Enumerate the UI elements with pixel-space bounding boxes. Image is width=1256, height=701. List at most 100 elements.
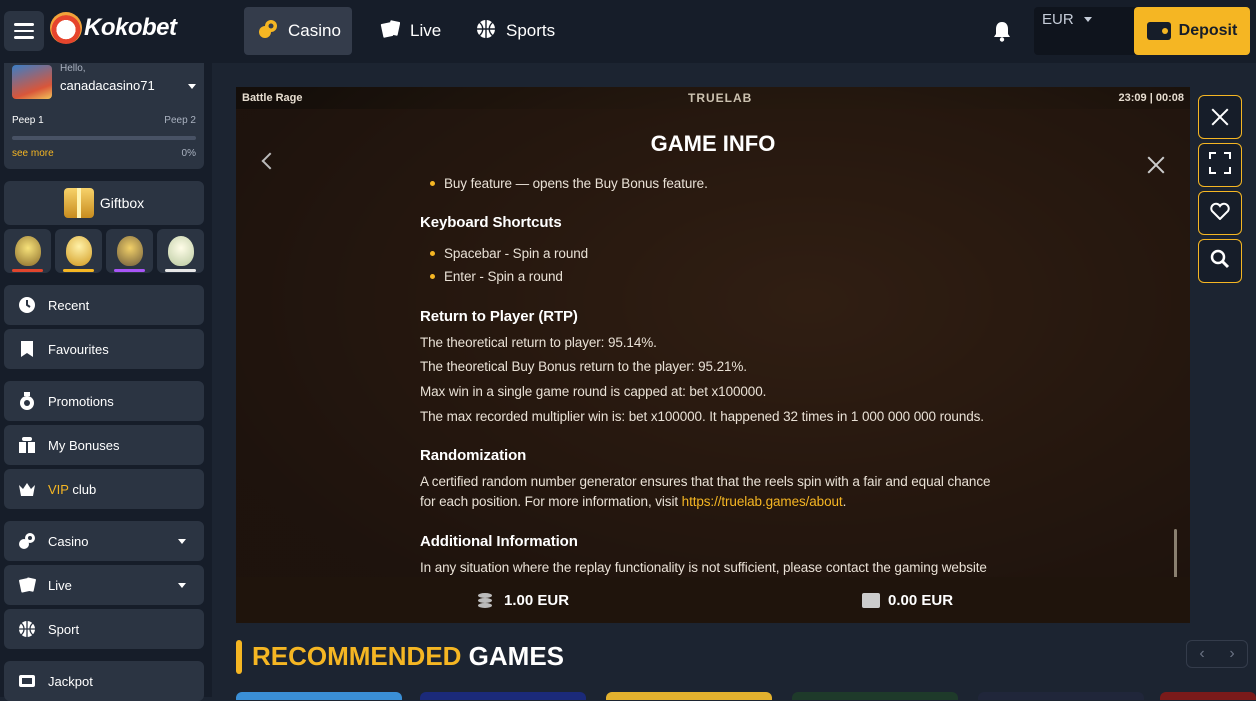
basketball-icon bbox=[18, 620, 36, 638]
egg-reward-1[interactable] bbox=[4, 229, 51, 273]
additional-line: In any situation where the replay functi… bbox=[420, 560, 987, 575]
deposit-button[interactable]: Deposit bbox=[1134, 7, 1250, 55]
deposit-label: Deposit bbox=[1178, 22, 1238, 39]
favourite-button[interactable] bbox=[1198, 191, 1242, 235]
crown-icon bbox=[18, 480, 36, 498]
chevron-right-icon[interactable]: › bbox=[1229, 645, 1234, 663]
list-item: Buy feature — opens the Buy Bonus featur… bbox=[430, 176, 708, 191]
giftbox-button[interactable]: Giftbox bbox=[4, 181, 204, 225]
game-thumbnail[interactable] bbox=[978, 692, 1144, 700]
username: canadacasino71 bbox=[60, 78, 155, 93]
search-icon bbox=[1210, 249, 1230, 274]
randomization-heading: Randomization bbox=[420, 447, 527, 464]
currency-value: EUR bbox=[1042, 11, 1074, 28]
sidebar-item-promotions[interactable]: Promotions bbox=[4, 381, 204, 421]
section-accent-bar bbox=[236, 640, 242, 674]
progress-percent: 0% bbox=[181, 148, 196, 159]
egg-reward-3[interactable] bbox=[106, 229, 153, 273]
sidebar-item-label: Live bbox=[48, 577, 72, 593]
brand-logo[interactable]: Kokobet bbox=[50, 12, 177, 44]
close-game-button[interactable] bbox=[1198, 95, 1242, 139]
menu-toggle-button[interactable] bbox=[4, 11, 44, 51]
casino-chips-icon bbox=[18, 532, 36, 550]
sidebar-item-vip-club[interactable]: VIP club bbox=[4, 469, 204, 509]
game-thumbnail[interactable] bbox=[792, 692, 958, 700]
chevron-left-icon[interactable]: ‹ bbox=[1199, 645, 1204, 663]
coins-icon bbox=[476, 591, 496, 609]
sidebar-item-casino[interactable]: Casino bbox=[4, 521, 204, 561]
list-item: Enter - Spin a round bbox=[430, 269, 563, 284]
fullscreen-button[interactable] bbox=[1198, 143, 1242, 187]
title-accent: RECOMMENDED bbox=[252, 641, 462, 671]
cards-icon bbox=[380, 19, 401, 44]
basket-egg-icon bbox=[14, 236, 41, 266]
game-thumbnail[interactable] bbox=[1160, 692, 1256, 700]
greeting: Hello, bbox=[60, 63, 86, 74]
notifications-bell-icon[interactable] bbox=[992, 20, 1012, 42]
game-info-content[interactable]: Buy feature — opens the Buy Bonus featur… bbox=[420, 174, 1020, 576]
sidebar-item-live[interactable]: Live bbox=[4, 565, 204, 605]
game-thumbnail[interactable] bbox=[236, 692, 402, 700]
chevron-down-icon bbox=[1084, 17, 1092, 22]
chevron-down-icon[interactable] bbox=[178, 583, 186, 588]
tab-label: Live bbox=[410, 21, 442, 40]
bullet-text: Buy feature — opens the Buy Bonus featur… bbox=[444, 176, 708, 191]
cards-icon bbox=[18, 576, 36, 594]
chevron-down-icon[interactable] bbox=[178, 539, 186, 544]
bullet-icon bbox=[430, 251, 435, 256]
search-button[interactable] bbox=[1198, 239, 1242, 283]
currency-select[interactable]: EUR bbox=[1034, 7, 1146, 55]
randomization-line: for each position. For more information,… bbox=[420, 494, 846, 509]
fullscreen-icon bbox=[1209, 151, 1231, 179]
truelab-about-link[interactable]: https://truelab.games/about bbox=[682, 494, 843, 509]
user-menu-chevron-icon[interactable] bbox=[188, 84, 196, 89]
sidebar-item-my-bonuses[interactable]: My Bonuses bbox=[4, 425, 204, 465]
egg-reward-4[interactable] bbox=[157, 229, 204, 273]
basketball-icon bbox=[476, 19, 496, 44]
rtp-heading: Return to Player (RTP) bbox=[420, 308, 578, 325]
egg-status-bar bbox=[12, 269, 43, 272]
heart-icon bbox=[1210, 202, 1230, 225]
egg-status-bar bbox=[165, 269, 196, 272]
level-current: Peep 1 bbox=[12, 115, 44, 126]
egg-reward-2[interactable] bbox=[55, 229, 102, 273]
recommended-games-title: RECOMMENDED GAMES bbox=[252, 641, 564, 672]
game-frame[interactable]: Battle Rage TRUELAB 23:09 | 00:08 GAME I… bbox=[236, 87, 1190, 623]
balance-value: 0.00 EUR bbox=[888, 591, 954, 609]
giftbox-icon bbox=[63, 188, 94, 218]
sidebar-item-recent[interactable]: Recent bbox=[4, 285, 204, 325]
bet-display: 1.00 EUR bbox=[476, 591, 569, 609]
title-rest: GAMES bbox=[461, 641, 565, 671]
sidebar-item-label: My Bonuses bbox=[48, 437, 120, 453]
avatar[interactable] bbox=[12, 65, 52, 99]
level-progress-bar bbox=[12, 136, 196, 140]
sidebar-item-sport[interactable]: Sport bbox=[4, 609, 204, 649]
game-footer: 1.00 EUR 0.00 EUR bbox=[236, 577, 1190, 623]
egg-rewards bbox=[4, 229, 204, 273]
tab-sports[interactable]: Sports bbox=[462, 7, 569, 55]
close-icon[interactable] bbox=[1146, 155, 1166, 175]
bullet-text: Spacebar - Spin a round bbox=[444, 246, 589, 261]
game-thumbnail[interactable] bbox=[420, 692, 586, 700]
tab-live[interactable]: Live bbox=[366, 7, 455, 55]
game-header: Battle Rage TRUELAB 23:09 | 00:08 bbox=[236, 87, 1190, 109]
sidebar-item-favourites[interactable]: Favourites bbox=[4, 329, 204, 369]
sidebar-item-label: Favourites bbox=[48, 341, 109, 357]
wallet-icon bbox=[862, 592, 880, 608]
rtp-line: The theoretical return to player: 95.14%… bbox=[420, 335, 657, 350]
see-more-link[interactable]: see more bbox=[12, 148, 54, 159]
provider-logo: TRUELAB bbox=[688, 91, 753, 105]
list-item: Spacebar - Spin a round bbox=[430, 246, 588, 261]
tab-label: Sports bbox=[506, 21, 556, 40]
giftbox-label: Giftbox bbox=[99, 195, 145, 211]
tab-casino[interactable]: Casino bbox=[244, 7, 352, 55]
user-card: Hello, canadacasino71 Peep 1 Peep 2 see … bbox=[4, 63, 204, 169]
egg-status-bar bbox=[114, 269, 145, 272]
game-thumbnail[interactable] bbox=[606, 692, 772, 700]
game-info-overlay: GAME INFO Buy feature — opens the Buy Bo… bbox=[236, 109, 1190, 585]
bullet-text: Enter - Spin a round bbox=[444, 269, 563, 284]
sidebar: Kokobet Hello, canadacasino71 Peep 1 Pee… bbox=[0, 0, 212, 701]
sidebar-item-label: Jackpot bbox=[48, 673, 93, 689]
white-egg-icon bbox=[167, 236, 194, 266]
sidebar-item-jackpot[interactable]: Jackpot bbox=[4, 661, 204, 701]
